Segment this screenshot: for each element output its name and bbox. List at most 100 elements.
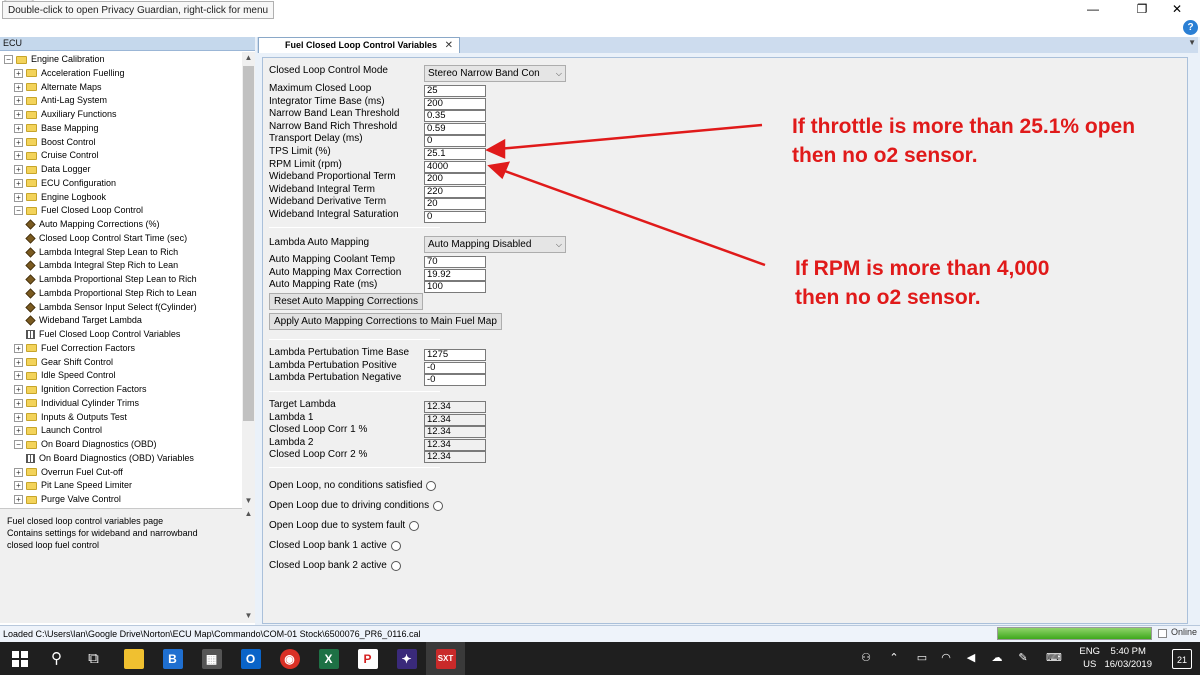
app-b-icon[interactable]: B [153, 642, 192, 675]
ecu-app-icon[interactable]: SXT [426, 642, 465, 675]
calculator-icon[interactable]: ▦ [192, 642, 231, 675]
expand-icon[interactable]: + [14, 68, 23, 78]
excel-icon[interactable]: X [309, 642, 348, 675]
tree-item[interactable]: + Fuel Correction Factors [14, 342, 135, 356]
tree-item[interactable]: + Auxiliary Functions [14, 108, 117, 122]
tree-scroll-thumb[interactable] [243, 66, 254, 421]
tree-item[interactable]: + Engine Logbook [14, 191, 106, 205]
tree-item[interactable]: + Ignition Correction Factors [14, 383, 147, 397]
expand-icon[interactable]: + [14, 385, 23, 395]
tree-item[interactable]: + Cruise Control [14, 149, 99, 163]
tree-item[interactable]: Wideband Target Lambda [25, 314, 142, 328]
tree-item[interactable]: + Pit Lane Speed Limiter [14, 479, 132, 493]
expand-icon[interactable]: + [14, 151, 23, 161]
param-input[interactable]: 1275 [424, 349, 486, 361]
expand-icon[interactable]: + [14, 96, 23, 106]
outlook-icon[interactable]: O [231, 642, 270, 675]
search-icon[interactable]: ⚲ [37, 642, 76, 675]
expand-icon[interactable]: + [14, 110, 23, 120]
tree-item[interactable]: Auto Mapping Corrections (%) [25, 218, 160, 232]
wifi-icon[interactable]: ◠ [937, 642, 955, 675]
cloud-upload-icon[interactable]: ☁ [988, 642, 1006, 675]
tree-item[interactable]: + Boost Control [14, 136, 96, 150]
chrome-icon[interactable]: ◉ [270, 642, 309, 675]
tree-item[interactable]: Fuel Closed Loop Control Variables [26, 328, 180, 342]
tab-list-chevron-icon[interactable]: ▼ [1188, 38, 1196, 47]
expand-icon[interactable]: + [14, 343, 23, 353]
media-app-icon[interactable]: ✦ [387, 642, 426, 675]
tree-item[interactable]: + Overrun Fuel Cut-off [14, 466, 123, 480]
start-windows-icon[interactable] [0, 642, 39, 675]
expand-icon[interactable]: + [14, 481, 23, 491]
expand-icon[interactable]: + [14, 123, 23, 133]
minimize-button[interactable]: — [1070, 0, 1116, 20]
tree-item[interactable]: + Individual Cylinder Trims [14, 397, 139, 411]
expand-icon[interactable]: + [14, 178, 23, 188]
param-input[interactable]: -0 [424, 361, 486, 374]
tray-app-icon[interactable]: ▭ [913, 642, 931, 675]
reset-auto-mapping-button[interactable]: Reset Auto Mapping Corrections [269, 293, 423, 310]
apply-auto-mapping-button[interactable]: Apply Auto Mapping Corrections to Main F… [269, 313, 502, 330]
close-button[interactable]: ✕ [1154, 0, 1200, 20]
tree-item[interactable]: Lambda Integral Step Rich to Lean [25, 259, 178, 273]
tree-item[interactable]: + Anti-Lag System [14, 94, 107, 108]
volume-icon[interactable]: ◀ [962, 642, 980, 675]
tree-item[interactable]: + Data Logger [14, 163, 91, 177]
expand-icon[interactable]: + [14, 495, 23, 505]
expand-icon[interactable]: + [14, 412, 23, 422]
calibration-tree[interactable]: − Engine Calibration + Acceleration Fuellin… [0, 52, 242, 508]
param-input[interactable]: 200 [424, 97, 486, 110]
param-input[interactable]: 25 [424, 85, 486, 97]
online-checkbox[interactable] [1158, 629, 1167, 638]
tab-close-icon[interactable]: ✕ [445, 38, 453, 53]
tree-item[interactable]: − Engine Calibration [4, 53, 105, 67]
tree-item[interactable]: + Gear Shift Control [14, 356, 113, 370]
expand-icon[interactable]: + [14, 398, 23, 408]
tree-item[interactable]: + Acceleration Fuelling [14, 67, 125, 81]
collapse-icon[interactable]: − [4, 55, 13, 65]
tree-item[interactable]: Lambda Sensor Input Select f(Cylinder) [25, 301, 197, 315]
scroll-down-icon[interactable]: ▼ [242, 495, 255, 508]
expand-icon[interactable]: + [14, 357, 23, 367]
closed-loop-mode-select[interactable]: Stereo Narrow Band Con ⌵ [424, 65, 566, 82]
tree-item[interactable]: + Idle Speed Control [14, 369, 116, 383]
collapse-icon[interactable]: − [14, 206, 23, 216]
tree-item[interactable]: Lambda Proportional Step Lean to Rich [25, 273, 197, 287]
expand-icon[interactable]: + [14, 137, 23, 147]
system-clock[interactable]: 5:40 PM 16/03/2019 [1104, 645, 1152, 671]
chevron-up-icon[interactable]: ⌃ [885, 642, 903, 675]
collapse-icon[interactable]: − [14, 440, 23, 450]
param-input[interactable]: -0 [424, 374, 486, 387]
expand-icon[interactable]: + [14, 426, 23, 436]
pen-icon[interactable]: ✎ [1014, 642, 1032, 675]
input-language[interactable]: ENG US [1079, 645, 1100, 671]
expand-icon[interactable]: + [14, 165, 23, 175]
tree-item[interactable]: + ECU Configuration [14, 177, 116, 191]
people-icon[interactable]: ⚇ [855, 642, 877, 675]
tree-item[interactable]: Lambda Integral Step Lean to Rich [25, 246, 178, 260]
keyboard-icon[interactable]: ⌨ [1044, 642, 1064, 675]
tree-item[interactable]: Closed Loop Control Start Time (sec) [25, 232, 187, 246]
tree-item[interactable]: Lambda Proportional Step Rich to Lean [25, 287, 197, 301]
tree-item[interactable]: + Base Mapping [14, 122, 99, 136]
scroll-up-icon[interactable]: ▲ [242, 508, 255, 521]
expand-icon[interactable]: + [14, 467, 23, 477]
tree-item[interactable]: + Alternate Maps [14, 81, 102, 95]
tree-item[interactable]: + Purge Valve Control [14, 493, 121, 507]
file-explorer-icon[interactable] [114, 642, 153, 675]
tree-item[interactable]: − Fuel Closed Loop Control [14, 204, 143, 218]
expand-icon[interactable]: + [14, 192, 23, 202]
scroll-down-icon[interactable]: ▼ [242, 610, 255, 623]
notifications-icon[interactable]: 21 [1172, 649, 1192, 669]
expand-icon[interactable]: + [14, 371, 23, 381]
tree-item[interactable]: + Inputs & Outputs Test [14, 411, 127, 425]
pdf-icon[interactable]: P [348, 642, 387, 675]
description-scrollbar[interactable]: ▲ ▼ [242, 508, 255, 623]
help-icon[interactable]: ? [1183, 20, 1198, 35]
tree-item[interactable]: On Board Diagnostics (OBD) Variables [26, 452, 194, 466]
task-view-icon[interactable]: ⧉ [74, 642, 113, 675]
scroll-up-icon[interactable]: ▲ [242, 52, 255, 65]
tab-fuel-closed-loop-control-variables[interactable]: Fuel Closed Loop Control Variables ✕ [258, 37, 461, 53]
tree-item[interactable]: + Launch Control [14, 424, 102, 438]
expand-icon[interactable]: + [14, 82, 23, 92]
